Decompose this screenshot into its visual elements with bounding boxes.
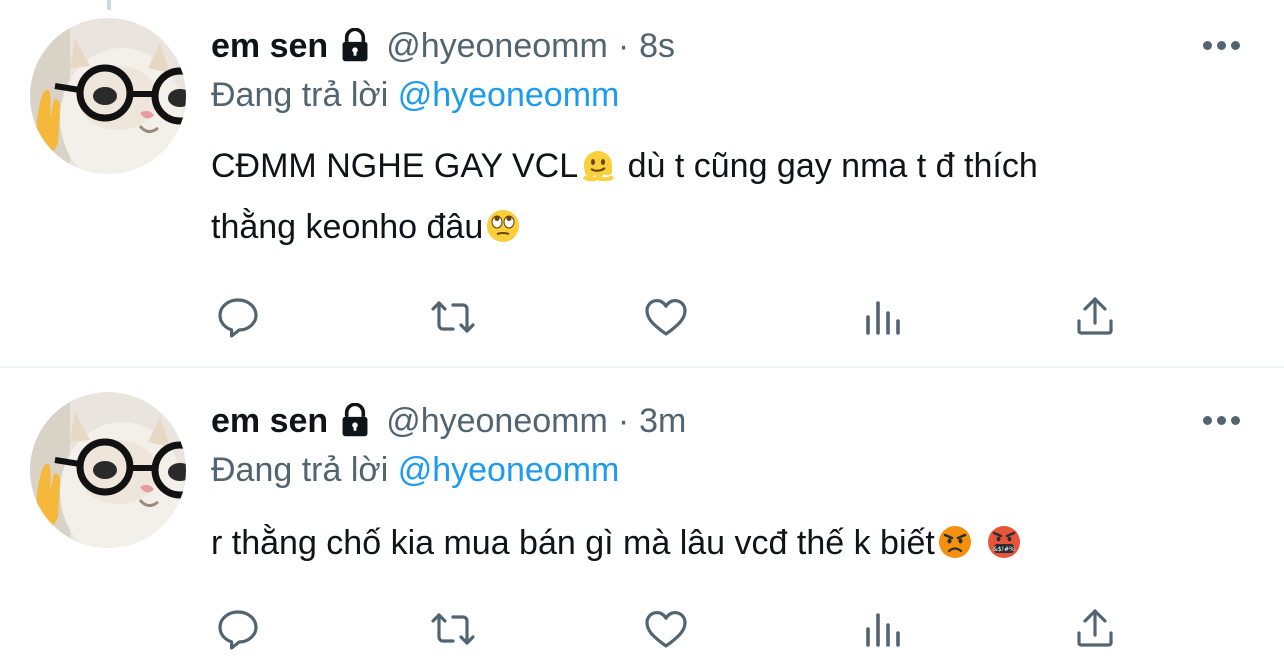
- tweet-text-part: CĐMM NGHE GAY VCL: [211, 147, 579, 185]
- svg-text:&$!#%: &$!#%: [994, 546, 1016, 553]
- retweet-icon[interactable]: [428, 604, 478, 654]
- share-icon[interactable]: [1070, 292, 1120, 342]
- reply-prefix: Đang trả lời: [211, 451, 389, 489]
- reply-icon[interactable]: [213, 292, 263, 342]
- melting-face-emoji: [580, 142, 616, 182]
- tweet-header: em sen @hyeoneomm · 8s: [211, 23, 675, 69]
- reply-context: Đang trả lời @hyeoneomm: [211, 76, 619, 115]
- tweet[interactable]: em sen @hyeoneomm · 3m Đang trả lời @hye…: [0, 368, 1284, 672]
- reply-prefix: Đang trả lời: [211, 76, 389, 114]
- more-icon[interactable]: [1203, 405, 1240, 435]
- avatar[interactable]: [30, 392, 186, 548]
- reply-context: Đang trả lời @hyeoneomm: [211, 451, 619, 490]
- author-name[interactable]: em sen: [211, 27, 328, 66]
- angry-face-emoji: [937, 519, 973, 558]
- lock-icon: [338, 402, 372, 439]
- cursing-face-emoji: &$!#%: [986, 519, 1022, 558]
- like-icon[interactable]: [641, 292, 691, 342]
- share-icon[interactable]: [1070, 604, 1120, 654]
- separator-dot: ·: [617, 401, 630, 440]
- tweet-text-part: r thằng chố kia mua bán gì mà lâu vcđ th…: [211, 524, 935, 562]
- reply-mention-link[interactable]: @hyeoneomm: [398, 451, 620, 489]
- timestamp[interactable]: 8s: [639, 27, 675, 66]
- lock-icon: [338, 27, 372, 64]
- more-icon[interactable]: [1203, 30, 1240, 60]
- eye-roll-emoji: [485, 203, 521, 242]
- tweet-actions: [0, 604, 1284, 654]
- tweet[interactable]: em sen @hyeoneomm · 8s Đang trả lời @hye…: [0, 0, 1284, 368]
- like-icon[interactable]: [641, 604, 691, 654]
- reply-mention-link[interactable]: @hyeoneomm: [398, 76, 620, 114]
- reply-icon[interactable]: [213, 604, 263, 654]
- tweet-text-part: thằng keonho đâu: [211, 208, 484, 246]
- views-icon[interactable]: [857, 604, 907, 654]
- author-handle[interactable]: @hyeoneomm: [386, 27, 608, 66]
- tweet-header: em sen @hyeoneomm · 3m: [211, 398, 686, 444]
- avatar[interactable]: [30, 18, 186, 174]
- timestamp[interactable]: 3m: [639, 402, 686, 441]
- separator-dot: ·: [617, 26, 630, 65]
- tweet-text-part: dù t cũng gay nma t đ thích: [618, 147, 1038, 185]
- views-icon[interactable]: [857, 292, 907, 342]
- tweet-actions: [0, 292, 1284, 342]
- author-name[interactable]: em sen: [211, 402, 328, 441]
- tweet-text: CĐMM NGHE GAY VCL dù t cũng gay nma t đ …: [211, 136, 1211, 258]
- author-handle[interactable]: @hyeoneomm: [386, 402, 608, 441]
- tweet-text: r thằng chố kia mua bán gì mà lâu vcđ th…: [211, 513, 1211, 574]
- retweet-icon[interactable]: [428, 292, 478, 342]
